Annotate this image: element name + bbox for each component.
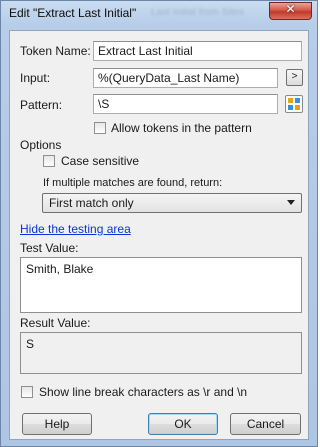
- pattern-input[interactable]: \S: [93, 94, 278, 114]
- allow-tokens-checkbox[interactable]: [94, 122, 106, 134]
- multiple-matches-select[interactable]: First match only: [42, 193, 302, 213]
- token-name-input[interactable]: Extract Last Initial: [93, 41, 302, 61]
- cancel-button[interactable]: Cancel: [230, 413, 301, 435]
- input-field[interactable]: %(QueryData_Last Name): [93, 68, 278, 88]
- dialog-client-area: Token Name: Extract Last Initial Input: …: [9, 30, 309, 440]
- result-value-textarea: S: [20, 332, 302, 374]
- hide-testing-area-link[interactable]: Hide the testing area: [20, 222, 131, 236]
- pattern-token-button[interactable]: [285, 95, 303, 113]
- window-title: Edit "Extract Last Initial": [9, 6, 137, 20]
- close-button[interactable]: ✕: [269, 2, 312, 20]
- multiple-matches-selected: First match only: [49, 196, 134, 210]
- allow-tokens-label: Allow tokens in the pattern: [111, 121, 252, 135]
- ok-button[interactable]: OK: [148, 413, 218, 435]
- chevron-down-icon: [287, 200, 295, 205]
- close-icon: ✕: [285, 2, 296, 16]
- case-sensitive-label: Case sensitive: [61, 154, 140, 168]
- show-line-breaks-checkbox[interactable]: [21, 386, 33, 398]
- case-sensitive-checkbox[interactable]: [43, 155, 55, 167]
- help-button[interactable]: Help: [22, 413, 92, 435]
- result-value-label: Result Value:: [20, 316, 91, 330]
- token-picker-icon: [288, 98, 300, 110]
- insert-token-button[interactable]: >: [286, 69, 303, 86]
- input-label: Input:: [20, 71, 51, 85]
- pattern-label: Pattern:: [20, 98, 63, 112]
- show-line-breaks-label: Show line break characters as \r and \n: [39, 385, 248, 399]
- chevron-right-icon: >: [291, 71, 298, 82]
- title-bar[interactable]: Edit "Extract Last Initial" Last Initial…: [1, 1, 317, 27]
- options-heading: Options: [20, 138, 62, 152]
- title-bar-blurred-text: Last Initial from Sites: [151, 7, 244, 18]
- dialog-window: Edit "Extract Last Initial" Last Initial…: [0, 0, 318, 447]
- multiple-matches-label: If multiple matches are found, return:: [43, 177, 223, 189]
- test-value-label: Test Value:: [20, 241, 79, 255]
- test-value-textarea[interactable]: Smith, Blake: [20, 257, 302, 313]
- token-name-label: Token Name:: [20, 44, 91, 58]
